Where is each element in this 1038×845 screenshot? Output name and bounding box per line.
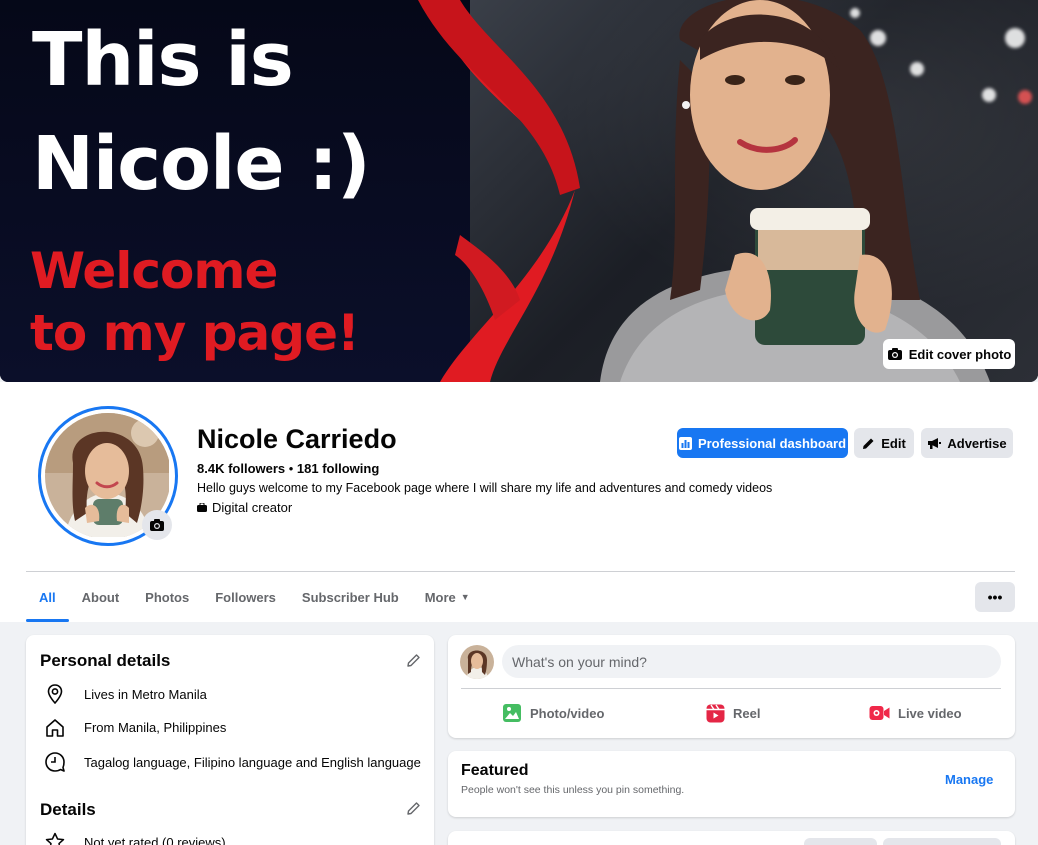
- followers-count[interactable]: 8.4K followers: [197, 461, 285, 476]
- composer-divider: [461, 688, 1001, 689]
- reel-icon: [706, 704, 725, 722]
- language-separator: and: [292, 754, 322, 770]
- live-video-icon: [869, 706, 890, 720]
- next-card-button[interactable]: [883, 838, 1001, 845]
- following-count[interactable]: 181 following: [297, 461, 379, 476]
- more-options-button[interactable]: •••: [975, 582, 1015, 612]
- tab-subscriber-hub[interactable]: Subscriber Hub: [289, 572, 412, 622]
- cover-photo[interactable]: This is Nicole :) Welcome to my page! Ed…: [0, 0, 1038, 382]
- tab-followers[interactable]: Followers: [202, 572, 289, 622]
- cover-headline: This is Nicole :): [32, 8, 371, 216]
- caret-down-icon: ▼: [460, 592, 470, 602]
- stats-separator: •: [285, 461, 297, 476]
- briefcase-icon: [197, 503, 207, 512]
- profile-bio: Hello guys welcome to my Facebook page w…: [197, 481, 773, 495]
- profile-name: Nicole Carriedo: [197, 424, 397, 454]
- cover-line-1: This is: [32, 17, 294, 103]
- tab-all[interactable]: All: [26, 572, 69, 622]
- edit-personal-details-icon[interactable]: [406, 653, 421, 668]
- tab-label: Followers: [215, 589, 276, 605]
- live-video-button[interactable]: Live video: [869, 700, 962, 726]
- profile-category: Digital creator: [197, 500, 292, 515]
- detail-lives-in: Lives in Metro Manila: [42, 684, 207, 704]
- tab-label: Subscriber Hub: [301, 589, 399, 605]
- photo-video-label: Photo/video: [530, 705, 605, 721]
- language-separator: ,: [186, 754, 194, 770]
- edit-cover-photo-button[interactable]: Edit cover photo: [883, 339, 1015, 369]
- megaphone-icon: [928, 438, 942, 449]
- edit-label: Edit: [881, 435, 906, 451]
- edit-details-icon[interactable]: [406, 801, 421, 816]
- composer-avatar[interactable]: [460, 645, 494, 679]
- next-card: [448, 831, 1015, 845]
- reel-label: Reel: [733, 705, 761, 721]
- edit-cover-photo-label: Edit cover photo: [908, 346, 1012, 362]
- personal-details-title: Personal details: [40, 651, 171, 670]
- manage-featured-link[interactable]: Manage: [945, 772, 993, 787]
- camera-icon: [887, 348, 902, 360]
- next-card-button[interactable]: [804, 838, 877, 845]
- professional-dashboard-label: Professional dashboard: [697, 435, 847, 451]
- featured-subtitle: People won't see this unless you pin som…: [461, 784, 685, 796]
- profile-category-label: Digital creator: [212, 500, 293, 515]
- intro-card: Personal details Lives in Metro Manila F…: [26, 635, 434, 845]
- detail-text: Tagalog language, Filipino language and …: [84, 755, 421, 770]
- edit-profile-button[interactable]: Edit: [854, 428, 914, 458]
- follow-stats: 8.4K followers • 181 following: [197, 461, 379, 476]
- photo-icon: [503, 704, 521, 722]
- detail-rating: Not yet rated (0 reviews): [42, 832, 226, 845]
- update-profile-picture-button[interactable]: [142, 510, 172, 540]
- language-icon: [45, 752, 65, 772]
- tab-about[interactable]: About: [69, 572, 133, 622]
- cover-line-4: to my page!: [30, 304, 360, 362]
- camera-icon: [150, 519, 164, 531]
- location-pin-icon: [47, 684, 63, 704]
- reel-button[interactable]: Reel: [706, 700, 760, 726]
- tab-label: About: [81, 589, 120, 605]
- featured-title: Featured: [461, 762, 529, 779]
- cover-person-image: [600, 0, 990, 382]
- whats-on-your-mind-input[interactable]: What's on your mind?: [502, 645, 1001, 678]
- cover-line-2: Nicole :): [32, 121, 371, 207]
- advertise-label: Advertise: [947, 435, 1007, 451]
- photo-video-button[interactable]: Photo/video: [502, 700, 604, 726]
- advertise-button[interactable]: Advertise: [921, 428, 1013, 458]
- tab-label: Photos: [145, 589, 190, 605]
- detail-languages: Tagalog language, Filipino language and …: [42, 751, 421, 773]
- detail-from: From Manila, Philippines: [42, 718, 226, 737]
- avatar: [460, 645, 494, 679]
- tab-photos[interactable]: Photos: [132, 572, 202, 622]
- language-english[interactable]: English language: [321, 755, 421, 770]
- tab-label: More: [424, 589, 456, 605]
- pencil-icon: [863, 438, 874, 449]
- star-icon: [45, 832, 65, 845]
- language-tagalog[interactable]: Tagalog language: [84, 755, 187, 770]
- profile-tabs: All About Photos Followers Subscriber Hu…: [26, 572, 483, 622]
- language-filipino[interactable]: Filipino language: [194, 755, 292, 770]
- bar-chart-icon: [678, 436, 692, 450]
- professional-dashboard-button[interactable]: Professional dashboard: [677, 428, 848, 458]
- live-video-label: Live video: [898, 705, 962, 721]
- details-title: Details: [40, 800, 96, 819]
- home-icon: [46, 719, 64, 737]
- cover-welcome: Welcome to my page!: [30, 240, 360, 364]
- tab-more[interactable]: More ▼: [412, 572, 483, 622]
- detail-text: From Manila, Philippines: [84, 720, 227, 735]
- tab-label: All: [39, 589, 56, 605]
- cover-line-3: Welcome: [30, 242, 278, 300]
- detail-text: Not yet rated (0 reviews): [84, 834, 226, 845]
- detail-text: Lives in Metro Manila: [84, 686, 207, 702]
